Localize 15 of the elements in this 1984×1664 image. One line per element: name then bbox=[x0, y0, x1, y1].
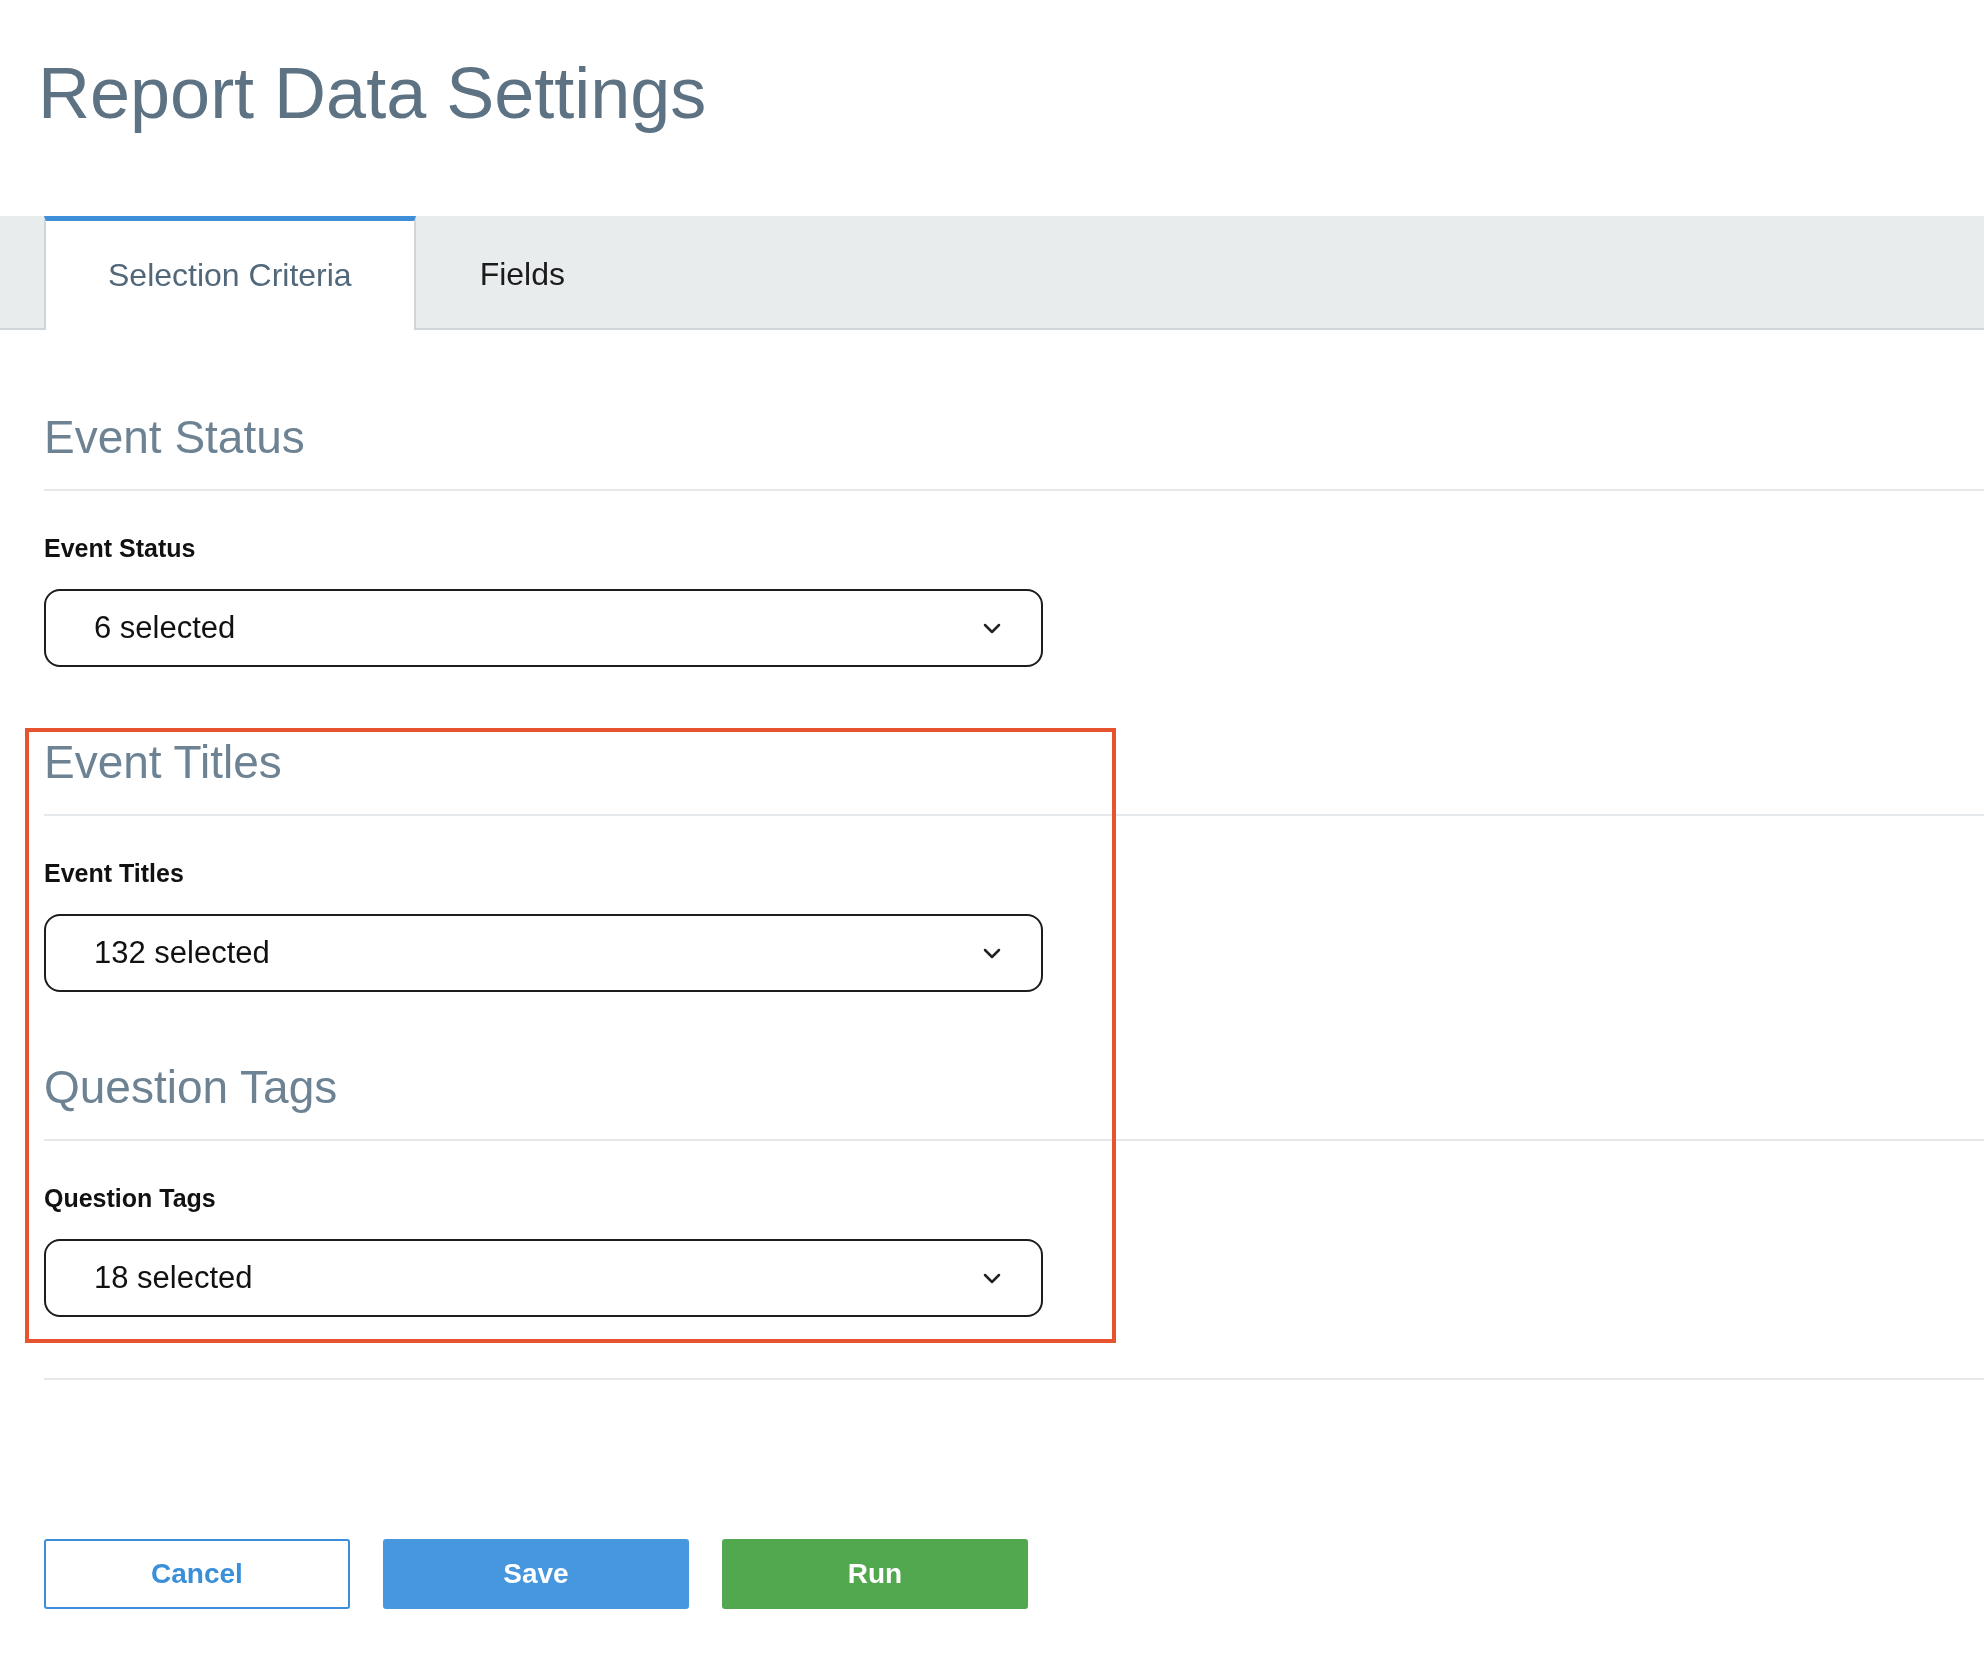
field-label: Event Status bbox=[44, 533, 197, 563]
section-heading: Question Tags bbox=[44, 1060, 339, 1115]
section-heading: Event Status bbox=[44, 410, 306, 465]
multi-select-dropdown[interactable]: 132 selected bbox=[44, 914, 1043, 992]
chevron-down-icon bbox=[983, 947, 1001, 959]
tab[interactable]: Selection Criteria bbox=[44, 216, 416, 330]
chevron-down-icon bbox=[983, 622, 1001, 634]
tab[interactable]: Fields bbox=[415, 216, 629, 328]
chevron-down-icon bbox=[983, 1272, 1001, 1284]
page-title: Report Data Settings bbox=[37, 52, 708, 135]
multi-select-dropdown[interactable]: 6 selected bbox=[44, 589, 1043, 667]
field-label: Event Titles bbox=[44, 858, 185, 888]
multi-select-dropdown[interactable]: 18 selected bbox=[44, 1239, 1043, 1317]
field-label: Question Tags bbox=[44, 1183, 217, 1213]
section-heading: Event Titles bbox=[44, 735, 283, 790]
